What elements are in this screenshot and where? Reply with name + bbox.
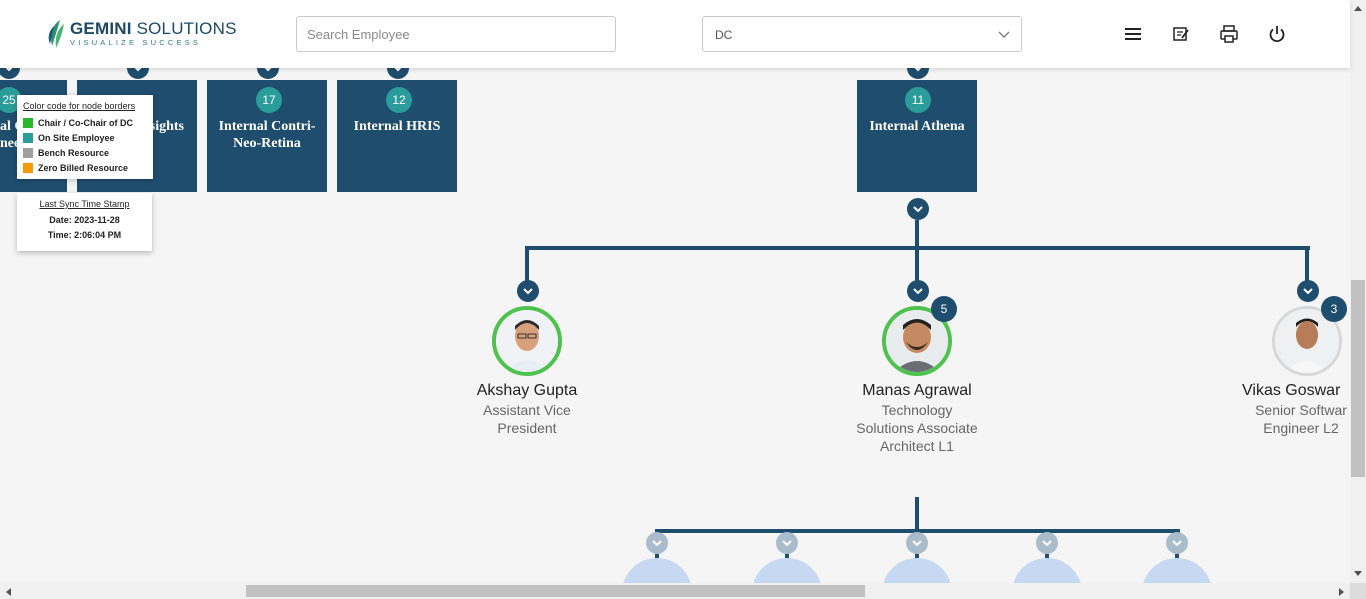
expand-toggle-icon[interactable] bbox=[1036, 532, 1058, 554]
direct-reports-badge: 3 bbox=[1321, 296, 1347, 322]
employee-name[interactable]: Manas Agrawal bbox=[847, 382, 987, 400]
scroll-down-arrow-icon[interactable] bbox=[1353, 570, 1363, 578]
logo-name: GEMINI SOLUTIONS bbox=[70, 19, 237, 38]
dc-node-label: Internal Athena bbox=[869, 119, 965, 134]
logo-tagline: VISUALIZE SUCCESS bbox=[70, 38, 202, 47]
legend-swatch bbox=[23, 117, 33, 128]
expand-toggle-icon[interactable] bbox=[906, 532, 928, 554]
connector-line bbox=[915, 497, 919, 533]
gemini-logo[interactable]: GEMINI SOLUTIONS VISUALIZE SUCCESS bbox=[46, 16, 237, 52]
expand-toggle-icon[interactable] bbox=[1297, 280, 1319, 302]
sync-time: Time: 2:06:04 PM bbox=[47, 230, 122, 240]
dc-node[interactable]: 17 Internal Contri- Neo-Retina bbox=[207, 80, 327, 192]
person-photo bbox=[496, 310, 558, 372]
legend-label: Zero Billed Resource bbox=[38, 162, 129, 173]
avatar[interactable] bbox=[492, 306, 562, 376]
scroll-right-arrow-icon[interactable] bbox=[1338, 587, 1346, 597]
sync-date: Date: 2023-11-28 bbox=[49, 215, 120, 225]
dc-node-label: Internal Contri- Neo-Retina bbox=[218, 119, 316, 151]
print-icon[interactable] bbox=[1219, 24, 1239, 44]
sync-timestamp-panel: Last Sync Time Stamp Date: 2023-11-28 Ti… bbox=[17, 193, 152, 251]
expand-toggle-icon[interactable] bbox=[646, 532, 668, 554]
scroll-up-arrow-icon[interactable] bbox=[1353, 4, 1363, 12]
scrollbar-corner bbox=[1350, 583, 1366, 599]
member-count-badge: 11 bbox=[905, 87, 931, 113]
legend-label: Chair / Co-Chair of DC bbox=[38, 117, 134, 128]
legend-item: Chair / Co-Chair of DC bbox=[23, 115, 147, 130]
expand-toggle-icon[interactable] bbox=[776, 532, 798, 554]
legend-label: On Site Employee bbox=[38, 132, 115, 143]
employee-designation: Senior Softwar Engineer L2 bbox=[1255, 402, 1347, 436]
connector-line bbox=[525, 246, 529, 282]
legend-swatch bbox=[23, 132, 33, 143]
legend-label: Bench Resource bbox=[38, 147, 110, 158]
legend-item: Zero Billed Resource bbox=[23, 160, 147, 175]
legend-title: Color code for node borders bbox=[23, 101, 136, 111]
member-count-badge: 12 bbox=[386, 87, 412, 113]
sync-title: Last Sync Time Stamp bbox=[39, 199, 130, 209]
dc-node[interactable]: 12 Internal HRIS bbox=[337, 80, 457, 192]
gemini-leaf-icon bbox=[46, 18, 68, 50]
horizontal-scrollbar-thumb[interactable] bbox=[246, 585, 865, 597]
connector-line bbox=[915, 246, 919, 282]
dc-select-value: DC bbox=[715, 28, 733, 42]
collapse-toggle-icon[interactable] bbox=[907, 198, 929, 220]
dc-node-label: sights bbox=[149, 119, 184, 134]
color-legend: Color code for node borders Chair / Co-C… bbox=[17, 95, 153, 179]
scroll-left-arrow-icon[interactable] bbox=[4, 587, 12, 597]
power-icon[interactable] bbox=[1267, 24, 1287, 44]
expand-toggle-icon[interactable] bbox=[907, 280, 929, 302]
chevron-down-icon bbox=[998, 31, 1010, 38]
legend-swatch bbox=[23, 162, 33, 173]
vertical-scrollbar-thumb[interactable] bbox=[1351, 280, 1365, 477]
employee-name[interactable]: Vikas Goswar bbox=[1242, 382, 1352, 400]
org-chart-page: 25 al C nee sights 17 Internal Contri- N… bbox=[0, 0, 1366, 599]
notes-icon[interactable] bbox=[1171, 24, 1191, 44]
expand-toggle-icon[interactable] bbox=[517, 280, 539, 302]
connector-line bbox=[1305, 246, 1309, 282]
dc-node-label: Internal HRIS bbox=[353, 119, 441, 134]
search-employee-input[interactable] bbox=[296, 16, 616, 52]
direct-reports-badge: 5 bbox=[931, 296, 957, 322]
dc-select[interactable]: DC bbox=[702, 16, 1022, 52]
top-header: GEMINI SOLUTIONS VISUALIZE SUCCESS DC bbox=[0, 0, 1350, 68]
dc-node-internal-athena[interactable]: 11 Internal Athena bbox=[857, 80, 977, 192]
employee-designation: Assistant Vice President bbox=[483, 402, 571, 436]
member-count-badge: 17 bbox=[256, 87, 282, 113]
expand-toggle-icon[interactable] bbox=[1166, 532, 1188, 554]
menu-icon[interactable] bbox=[1123, 24, 1143, 44]
employee-designation: Technology Solutions Associate Architect… bbox=[856, 402, 978, 454]
employee-name[interactable]: Akshay Gupta bbox=[467, 382, 587, 400]
legend-swatch bbox=[23, 147, 33, 158]
legend-item: Bench Resource bbox=[23, 145, 147, 160]
legend-item: On Site Employee bbox=[23, 130, 147, 145]
